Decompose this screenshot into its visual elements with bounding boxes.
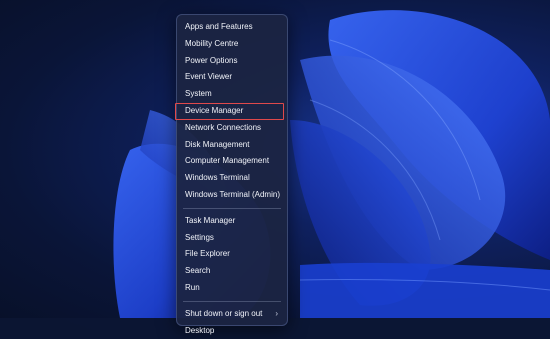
menu-item-event-viewer[interactable]: Event Viewer — [177, 69, 287, 86]
menu-item-network-connections[interactable]: Network Connections — [177, 120, 287, 137]
menu-item-windows-terminal-admin[interactable]: Windows Terminal (Admin) — [177, 187, 287, 204]
menu-item-desktop[interactable]: Desktop — [177, 323, 287, 339]
menu-item-mobility-centre[interactable]: Mobility Centre — [177, 36, 287, 53]
menu-item-run[interactable]: Run — [177, 280, 287, 297]
menu-item-windows-terminal[interactable]: Windows Terminal — [177, 170, 287, 187]
menu-item-disk-management[interactable]: Disk Management — [177, 137, 287, 154]
menu-item-label: Shut down or sign out — [185, 308, 263, 318]
menu-item-search[interactable]: Search — [177, 263, 287, 280]
menu-item-system[interactable]: System — [177, 86, 287, 103]
menu-item-power-options[interactable]: Power Options — [177, 53, 287, 70]
menu-separator — [183, 300, 281, 302]
chevron-right-icon: › — [275, 308, 278, 318]
menu-separator — [183, 207, 281, 209]
menu-item-task-manager[interactable]: Task Manager — [177, 213, 287, 230]
menu-item-shut-down-or-sign-out[interactable]: Shut down or sign out › — [177, 306, 287, 323]
menu-item-device-manager[interactable]: Device Manager — [175, 102, 284, 120]
menu-item-computer-management[interactable]: Computer Management — [177, 153, 287, 170]
menu-item-file-explorer[interactable]: File Explorer — [177, 246, 287, 263]
menu-item-settings[interactable]: Settings — [177, 230, 287, 247]
menu-item-apps-and-features[interactable]: Apps and Features — [177, 19, 287, 36]
winx-context-menu: Apps and Features Mobility Centre Power … — [175, 14, 288, 335]
